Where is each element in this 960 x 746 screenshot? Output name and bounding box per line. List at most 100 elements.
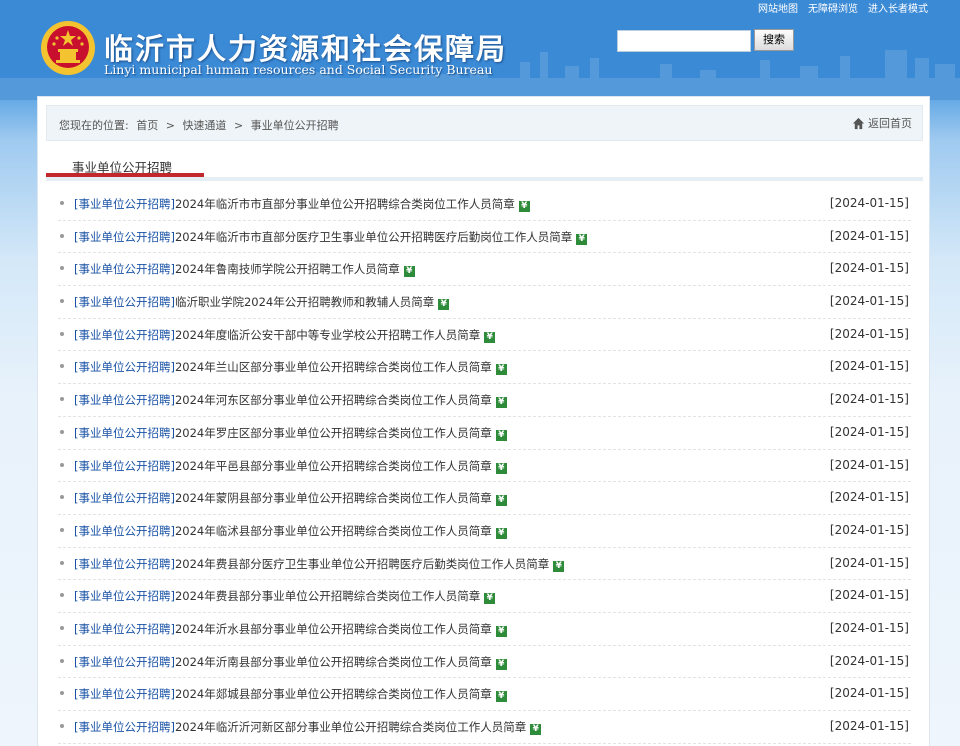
sitemap-link[interactable]: 网站地图 xyxy=(758,0,798,15)
notice-link[interactable]: [事业单位公开招聘]临沂职业学院2024年公开招聘教师和教辅人员简章 ¥ xyxy=(74,294,450,311)
back-home-link[interactable]: 返回首页 xyxy=(852,115,912,131)
notice-title[interactable]: 2024年兰山区部分事业单位公开招聘综合类岗位工作人员简章 xyxy=(175,360,492,374)
notice-link[interactable]: [事业单位公开招聘]2024年临沂沂河新区部分事业单位公开招聘综合类岗位工作人员… xyxy=(74,719,542,735)
notice-link[interactable]: [事业单位公开招聘]2024年度临沂公安干部中等专业学校公开招聘工作人员简章 ¥ xyxy=(74,327,496,343)
notice-category[interactable]: [事业单位公开招聘] xyxy=(74,393,175,407)
notice-link[interactable]: [事业单位公开招聘]2024年河东区部分事业单位公开招聘综合类岗位工作人员简章 ¥ xyxy=(74,392,507,409)
back-home-label: 返回首页 xyxy=(868,117,912,130)
notice-link[interactable]: [事业单位公开招聘]2024年蒙阴县部分事业单位公开招聘综合类岗位工作人员简章 ¥ xyxy=(74,490,507,507)
list-item: [事业单位公开招聘]2024年临沂沂河新区部分事业单位公开招聘综合类岗位工作人员… xyxy=(58,711,911,744)
list-item: [事业单位公开招聘]2024年临沂市市直部分事业单位公开招聘综合类岗位工作人员简… xyxy=(58,188,911,221)
new-icon: ¥ xyxy=(495,429,507,441)
notice-title[interactable]: 2024年费县部分医疗卫生事业单位公开招聘医疗后勤类岗位工作人员简章 xyxy=(175,557,549,571)
new-icon: ¥ xyxy=(495,495,507,507)
notice-category[interactable]: [事业单位公开招聘] xyxy=(74,491,175,505)
notice-link[interactable]: [事业单位公开招聘]2024年平邑县部分事业单位公开招聘综合类岗位工作人员简章 ¥ xyxy=(74,458,507,474)
elder-mode-link[interactable]: 进入长者模式 xyxy=(868,0,928,15)
notice-date: [2024-01-15] xyxy=(829,359,909,374)
notice-title[interactable]: 2024年平邑县部分事业单位公开招聘综合类岗位工作人员简章 xyxy=(175,459,492,473)
bullet-icon xyxy=(60,495,64,500)
notice-title[interactable]: 2024年河东区部分事业单位公开招聘综合类岗位工作人员简章 xyxy=(175,393,492,407)
new-icon: ¥ xyxy=(484,593,496,605)
notice-title[interactable]: 2024年度临沂公安干部中等专业学校公开招聘工作人员简章 xyxy=(175,328,480,342)
notice-link[interactable]: [事业单位公开招聘]2024年沂南县部分事业单位公开招聘综合类岗位工作人员简章 ¥ xyxy=(74,654,507,670)
notice-title[interactable]: 2024年郯城县部分事业单位公开招聘综合类岗位工作人员简章 xyxy=(175,687,492,701)
notice-category[interactable]: [事业单位公开招聘] xyxy=(74,197,175,211)
bullet-icon xyxy=(60,724,64,728)
notice-link[interactable]: [事业单位公开招聘]2024年郯城县部分事业单位公开招聘综合类岗位工作人员简章 ¥ xyxy=(74,686,507,703)
new-icon: ¥ xyxy=(576,233,588,245)
notice-category[interactable]: [事业单位公开招聘] xyxy=(74,459,175,473)
list-item: [事业单位公开招聘]2024年平邑县部分事业单位公开招聘综合类岗位工作人员简章 ¥… xyxy=(58,450,911,483)
list-item: [事业单位公开招聘]2024年郯城县部分事业单位公开招聘综合类岗位工作人员简章 ¥… xyxy=(58,678,911,711)
notice-title[interactable]: 2024年鲁南技师学院公开招聘工作人员简章 xyxy=(175,262,400,276)
notice-title[interactable]: 2024年罗庄区部分事业单位公开招聘综合类岗位工作人员简章 xyxy=(175,426,492,440)
notice-link[interactable]: [事业单位公开招聘]2024年兰山区部分事业单位公开招聘综合类岗位工作人员简章 ¥ xyxy=(74,359,507,376)
content-panel: 您现在的位置: 首页 > 快速通道 > 事业单位公开招聘 返回首页 事业单位公开… xyxy=(37,96,930,746)
breadcrumb-home[interactable]: 首页 xyxy=(136,119,158,132)
home-icon xyxy=(852,117,865,129)
notice-title[interactable]: 2024年沂水县部分事业单位公开招聘综合类岗位工作人员简章 xyxy=(175,622,492,636)
notice-link[interactable]: [事业单位公开招聘]2024年鲁南技师学院公开招聘工作人员简章 ¥ xyxy=(74,261,415,278)
notice-category[interactable]: [事业单位公开招聘] xyxy=(74,524,175,538)
notice-date: [2024-01-15] xyxy=(829,196,909,210)
notice-category[interactable]: [事业单位公开招聘] xyxy=(74,328,175,342)
new-icon: ¥ xyxy=(403,266,415,278)
list-item: [事业单位公开招聘]2024年蒙阴县部分事业单位公开招聘综合类岗位工作人员简章 ¥… xyxy=(58,482,911,515)
breadcrumb: 您现在的位置: 首页 > 快速通道 > 事业单位公开招聘 xyxy=(59,117,343,133)
notice-link[interactable]: [事业单位公开招聘]2024年临沂市市直部分事业单位公开招聘综合类岗位工作人员简… xyxy=(74,196,530,212)
bullet-icon xyxy=(60,331,64,336)
notice-link[interactable]: [事业单位公开招聘]2024年临沭县部分事业单位公开招聘综合类岗位工作人员简章 ¥ xyxy=(74,523,507,539)
notice-category[interactable]: [事业单位公开招聘] xyxy=(74,720,175,734)
notice-link[interactable]: [事业单位公开招聘]2024年费县部分事业单位公开招聘综合类岗位工作人员简章 ¥ xyxy=(74,588,496,605)
notice-title[interactable]: 2024年临沭县部分事业单位公开招聘综合类岗位工作人员简章 xyxy=(175,524,492,538)
breadcrumb-prefix: 您现在的位置: xyxy=(59,119,129,132)
breadcrumb-current[interactable]: 事业单位公开招聘 xyxy=(251,119,339,132)
notice-date: [2024-01-15] xyxy=(829,686,909,701)
notice-category[interactable]: [事业单位公开招聘] xyxy=(74,360,175,374)
breadcrumb-separator: > xyxy=(233,119,244,132)
search-button[interactable]: 搜索 xyxy=(754,29,794,51)
notice-title[interactable]: 2024年蒙阴县部分事业单位公开招聘综合类岗位工作人员简章 xyxy=(175,491,492,505)
notice-link[interactable]: [事业单位公开招聘]2024年罗庄区部分事业单位公开招聘综合类岗位工作人员简章 ¥ xyxy=(74,425,507,441)
notice-title[interactable]: 2024年费县部分事业单位公开招聘综合类岗位工作人员简章 xyxy=(175,589,480,603)
notice-title[interactable]: 2024年临沂沂河新区部分事业单位公开招聘综合类岗位工作人员简章 xyxy=(175,720,526,734)
notice-link[interactable]: [事业单位公开招聘]2024年沂水县部分事业单位公开招聘综合类岗位工作人员简章 ¥ xyxy=(74,621,507,637)
bullet-icon xyxy=(60,691,64,696)
breadcrumb-quick-channel[interactable]: 快速通道 xyxy=(182,119,226,132)
notice-title[interactable]: 2024年临沂市市直部分医疗卫生事业单位公开招聘医疗后勤岗位工作人员简章 xyxy=(175,230,572,244)
notice-date: [2024-01-15] xyxy=(829,261,909,276)
accessibility-link[interactable]: 无障碍浏览 xyxy=(808,0,858,15)
notice-category[interactable]: [事业单位公开招聘] xyxy=(74,262,175,276)
bullet-icon xyxy=(60,266,64,271)
notice-list: [事业单位公开招聘]2024年临沂市市直部分事业单位公开招聘综合类岗位工作人员简… xyxy=(58,188,911,744)
notice-title[interactable]: 2024年沂南县部分事业单位公开招聘综合类岗位工作人员简章 xyxy=(175,655,492,669)
notice-date: [2024-01-15] xyxy=(829,620,909,635)
notice-title[interactable]: 2024年临沂市市直部分事业单位公开招聘综合类岗位工作人员简章 xyxy=(175,197,515,211)
list-item: [事业单位公开招聘]2024年罗庄区部分事业单位公开招聘综合类岗位工作人员简章 ¥… xyxy=(58,417,911,450)
site-subtitle: Linyi municipal human resources and Soci… xyxy=(104,62,493,77)
notice-link[interactable]: [事业单位公开招聘]2024年费县部分医疗卫生事业单位公开招聘医疗后勤类岗位工作… xyxy=(74,556,565,572)
list-item: [事业单位公开招聘]2024年兰山区部分事业单位公开招聘综合类岗位工作人员简章 ¥… xyxy=(58,351,911,385)
new-icon: ¥ xyxy=(495,462,507,474)
notice-date: [2024-01-15] xyxy=(829,424,909,439)
section-title-underline xyxy=(46,173,204,177)
bullet-icon xyxy=(60,462,64,467)
search-input[interactable] xyxy=(617,30,751,52)
notice-category[interactable]: [事业单位公开招聘] xyxy=(74,655,175,669)
notice-category[interactable]: [事业单位公开招聘] xyxy=(74,687,175,701)
list-item: [事业单位公开招聘]2024年费县部分事业单位公开招聘综合类岗位工作人员简章 ¥[… xyxy=(58,580,911,613)
notice-title[interactable]: 临沂职业学院2024年公开招聘教师和教辅人员简章 xyxy=(175,295,434,309)
list-item: [事业单位公开招聘]2024年费县部分医疗卫生事业单位公开招聘医疗后勤类岗位工作… xyxy=(58,548,911,581)
notice-category[interactable]: [事业单位公开招聘] xyxy=(74,622,175,636)
notice-category[interactable]: [事业单位公开招聘] xyxy=(74,230,175,244)
notice-category[interactable]: [事业单位公开招聘] xyxy=(74,589,175,603)
bullet-icon xyxy=(60,625,64,630)
new-icon: ¥ xyxy=(553,560,565,572)
bullet-icon xyxy=(60,527,64,532)
notice-date: [2024-01-15] xyxy=(829,522,909,537)
notice-category[interactable]: [事业单位公开招聘] xyxy=(74,295,175,309)
notice-category[interactable]: [事业单位公开招聘] xyxy=(74,557,175,571)
notice-link[interactable]: [事业单位公开招聘]2024年临沂市市直部分医疗卫生事业单位公开招聘医疗后勤岗位… xyxy=(74,229,588,245)
notice-category[interactable]: [事业单位公开招聘] xyxy=(74,426,175,440)
